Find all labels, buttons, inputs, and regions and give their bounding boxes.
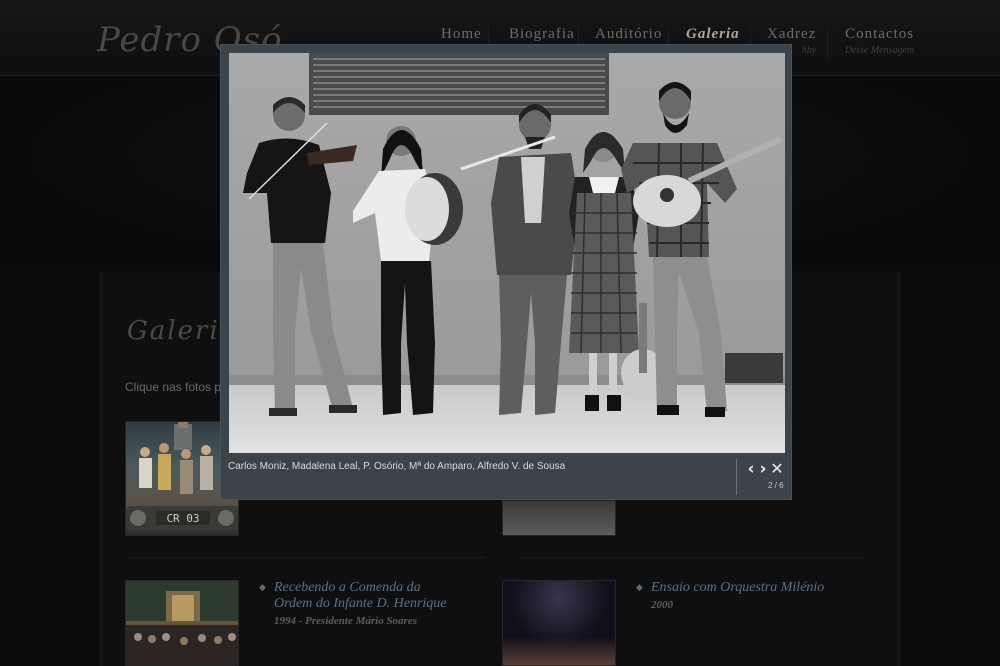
nav-galeria[interactable]: Galeria <box>686 26 740 43</box>
nav-divider <box>827 26 828 62</box>
lightbox-caption: Carlos Moniz, Madalena Leal, P. Osório, … <box>228 461 566 472</box>
gallery-caption-1-title: Recebendo a Comenda da <box>274 580 421 595</box>
nav-contactos-label: Contactos <box>845 26 915 42</box>
gallery-thumbnail-3[interactable] <box>125 580 239 666</box>
gallery-thumbnail-2[interactable] <box>502 500 616 536</box>
nav-home-label: Home <box>441 26 482 42</box>
nav-auditorio-label: Auditório <box>595 26 663 42</box>
nav-xadrez-label: Xadrez <box>767 26 817 42</box>
lightbox-controls: ‹ › ✕ <box>743 460 789 480</box>
gallery-caption-1-subtitle: 1994 - Presidente Mário Soares <box>274 615 417 627</box>
lightbox-controls-divider <box>736 459 737 495</box>
lightbox-counter: 2 / 6 <box>768 481 784 490</box>
lightbox-photo <box>229 53 785 453</box>
lightbox-modal: Carlos Moniz, Madalena Leal, P. Osório, … <box>220 44 792 500</box>
thumbnail-1-plate-text: CR 03 <box>166 512 199 525</box>
nav-biografia[interactable]: Biografia <box>509 26 575 43</box>
gallery-thumbnail-4[interactable] <box>502 580 616 666</box>
next-arrow-icon[interactable]: › <box>756 460 770 478</box>
gallery-caption-2[interactable]: ◆ Ensaio com Orquestra Milénio 2000 <box>636 580 825 611</box>
nav-biografia-label: Biografia <box>509 26 575 42</box>
nav-galeria-label: Galeria <box>686 26 740 42</box>
diamond-bullet-icon: ◆ <box>636 583 643 593</box>
nav-home[interactable]: Home <box>441 26 482 43</box>
gallery-caption-1[interactable]: ◆ Recebendo a Comenda da Ordem do Infant… <box>259 580 447 627</box>
diamond-bullet-icon: ◆ <box>259 583 266 593</box>
row-divider <box>125 557 485 558</box>
gallery-caption-2-subtitle: 2000 <box>651 599 673 611</box>
band-photo-image <box>229 53 785 453</box>
gallery-intro-text: Clique nas fotos par <box>125 380 232 394</box>
row-divider <box>520 557 865 558</box>
close-icon[interactable]: ✕ <box>770 460 784 478</box>
nav-auditorio[interactable]: Auditório <box>595 26 662 43</box>
thumbnail-3-image <box>126 581 238 665</box>
gallery-caption-1-title-line2: Ordem do Infante D. Henrique <box>274 596 447 611</box>
gallery-caption-2-title: Ensaio com Orquestra Milénio <box>651 580 825 595</box>
nav-contactos-sub: Deixe Mensagem <box>845 45 915 56</box>
nav-contactos[interactable]: Contactos Deixe Mensagem <box>845 26 914 56</box>
